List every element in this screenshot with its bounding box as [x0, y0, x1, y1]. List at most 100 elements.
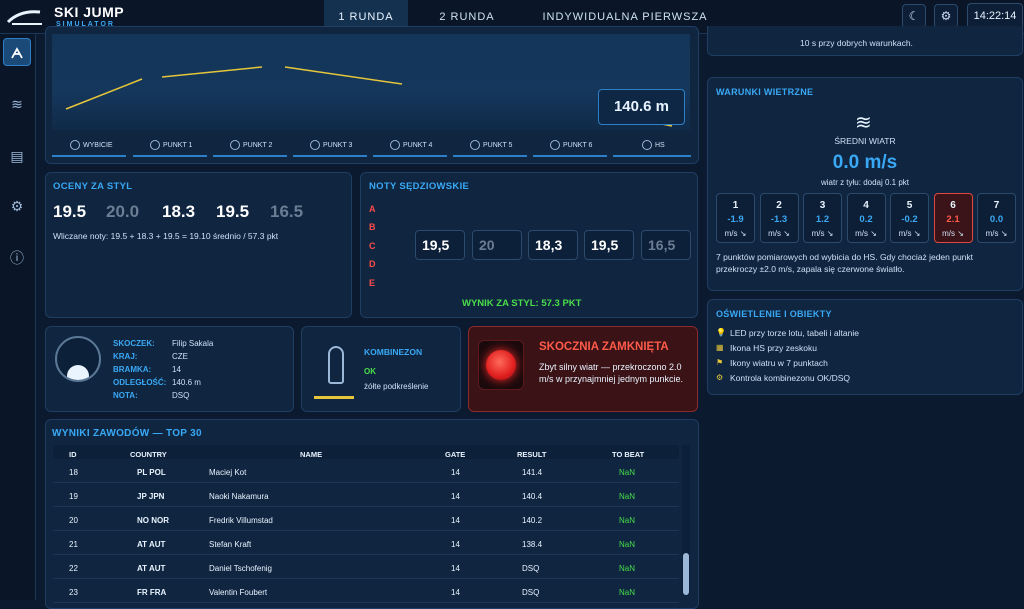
marker-punkt-6[interactable]: PUNKT 6	[550, 140, 592, 154]
sidebar-item-list[interactable]: ▤	[3, 142, 31, 170]
cell-beat: NaN	[619, 564, 636, 573]
marker-punkt-5[interactable]: PUNKT 5	[470, 140, 512, 154]
wind-point-4: 4 0.2 m/s ↘	[846, 193, 886, 243]
wind-point-number: 1	[732, 200, 739, 211]
marker-line	[293, 155, 367, 157]
cell-name: Valentin Foubert	[209, 588, 268, 597]
marker-wybicie[interactable]: WYBICIE	[70, 140, 113, 154]
sidebar-item-wind[interactable]: ≋	[3, 90, 31, 118]
col-name: NAME	[300, 450, 323, 459]
marker-punkt-3[interactable]: PUNKT 3	[310, 140, 352, 154]
cell-beat: NaN	[619, 588, 636, 597]
ski-jump-logo-icon	[6, 10, 42, 25]
wind-point-2: 2 -1.3 m/s ↘	[759, 193, 799, 243]
lighting-item-icon: ⚑	[716, 358, 724, 367]
cell-name: Naoki Nakamura	[209, 492, 269, 501]
judges-title: NOTY SĘDZIOWSKIE	[369, 181, 470, 192]
wind-icon: ≋	[11, 96, 23, 112]
alert-text: Zbyt silny wiatr — przekroczono 2.0 m/s …	[539, 362, 684, 384]
wind-point-value: -1.9	[727, 214, 744, 225]
wind-point-unit: m/s ↘	[811, 229, 834, 238]
marker-punkt-4[interactable]: PUNKT 4	[390, 140, 432, 154]
marker-dot-icon	[470, 140, 480, 151]
jumper-name: Filip Sakala	[172, 339, 214, 348]
info-icon: ⓘ	[10, 250, 24, 266]
flight-path-lines	[65, 66, 673, 127]
marker-line	[133, 155, 207, 157]
marker-line	[373, 155, 447, 157]
marker-dot-icon	[230, 140, 240, 151]
wind-point-value: 2.1	[946, 214, 960, 225]
wind-point-value: 1.2	[815, 214, 830, 225]
alert-title: SKOCZNIA ZAMKNIĘTA	[539, 341, 669, 353]
cell-result: 140.2	[522, 516, 543, 525]
wind-point-6: 6 2.1 m/s ↘	[933, 193, 973, 243]
cell-gate: 14	[451, 540, 460, 549]
wind-point-value: -1.3	[770, 214, 788, 225]
cell-country: PL POL	[137, 468, 166, 477]
settings-icon: ⚙	[10, 198, 24, 214]
wind-point-unit: m/s ↘	[898, 229, 921, 238]
judge-score-box: 19,5	[415, 230, 465, 260]
col-to-beat: TO BEAT	[612, 450, 645, 459]
settings-button[interactable]: ⚙	[934, 4, 958, 28]
style-result: WYNIK ZA STYL: 57.3 PKT	[462, 298, 582, 309]
theme-toggle-button[interactable]: ☾	[902, 4, 926, 28]
wind-point-value: 0.2	[859, 214, 873, 225]
marker-hs[interactable]: HS	[642, 140, 665, 154]
marker-label: WYBICIE	[83, 142, 113, 149]
col-id: ID	[69, 450, 77, 459]
marker-dot-icon	[550, 140, 560, 151]
lighting-item-text: Ikony wiatru w 7 punktach	[730, 358, 828, 368]
marker-label: PUNKT 3	[323, 142, 353, 149]
judge-score-box: 19,5	[584, 230, 634, 260]
gear-icon: ⚙	[940, 9, 952, 23]
wind-point-number: 7	[993, 200, 1000, 211]
avatar	[55, 336, 101, 382]
cell-gate: 14	[451, 492, 460, 501]
results-scrollbar[interactable]	[682, 445, 690, 595]
lighting-item-icon: ▦	[716, 343, 724, 352]
suit-title: KOMBINEZON	[364, 347, 423, 357]
scrollbar-thumb[interactable]	[683, 553, 689, 595]
style-score: 16.5	[270, 202, 304, 221]
marker-punkt-2[interactable]: PUNKT 2	[230, 140, 272, 154]
avg-wind-value: 0.0 m/s	[832, 152, 898, 173]
wind-description: 7 punktów pomiarowych od wybicia do HS. …	[716, 252, 974, 274]
wind-point-number: 4	[863, 200, 869, 211]
cell-id: 21	[69, 540, 78, 549]
style-score: 20.0	[106, 202, 140, 221]
style-scores-title: OCENY ZA STYL	[53, 181, 133, 192]
cell-id: 19	[69, 492, 78, 501]
jumper-distance: 140.6 m	[172, 378, 201, 387]
wind-point-7: 7 0.0 m/s ↘	[977, 193, 1016, 243]
style-score: 19.5	[53, 202, 87, 221]
marker-dot-icon	[150, 140, 160, 151]
lighting-item-icon: 💡	[716, 328, 726, 337]
wind-point-value: 0.0	[989, 214, 1004, 225]
jumper-score: DSQ	[172, 391, 190, 400]
marker-punkt-1[interactable]: PUNKT 1	[150, 140, 192, 154]
cell-country: FR FRA	[137, 588, 167, 597]
sidebar-item-settings[interactable]: ⚙	[3, 192, 31, 220]
sidebar-item-info[interactable]: ⓘ	[3, 244, 31, 272]
cell-result: DSQ	[522, 564, 540, 573]
marker-line	[533, 155, 607, 157]
judge-score-box: 18,3	[528, 230, 578, 260]
marker-label: PUNKT 4	[403, 142, 433, 149]
marker-line	[213, 155, 287, 157]
wind-title: WARUNKI WIETRZNE	[716, 87, 814, 97]
cell-result: 138.4	[522, 540, 543, 549]
cell-name: Stefan Kraft	[209, 540, 252, 549]
marker-dot-icon	[310, 140, 320, 151]
wind-point-number: 5	[906, 200, 913, 211]
judge-letter: D	[369, 259, 376, 269]
suit-status: OK	[364, 367, 376, 376]
col-country: COUNTRY	[130, 450, 167, 459]
marker-line	[613, 155, 691, 157]
sidebar-item-jump[interactable]	[3, 38, 31, 66]
marker-line	[453, 155, 527, 157]
sidebar: ≋ ▤ ⚙ ⓘ	[0, 34, 36, 600]
wind-point-number: 3	[819, 200, 826, 211]
lighting-title: OŚWIETLENIE I OBIEKTY	[716, 309, 832, 319]
